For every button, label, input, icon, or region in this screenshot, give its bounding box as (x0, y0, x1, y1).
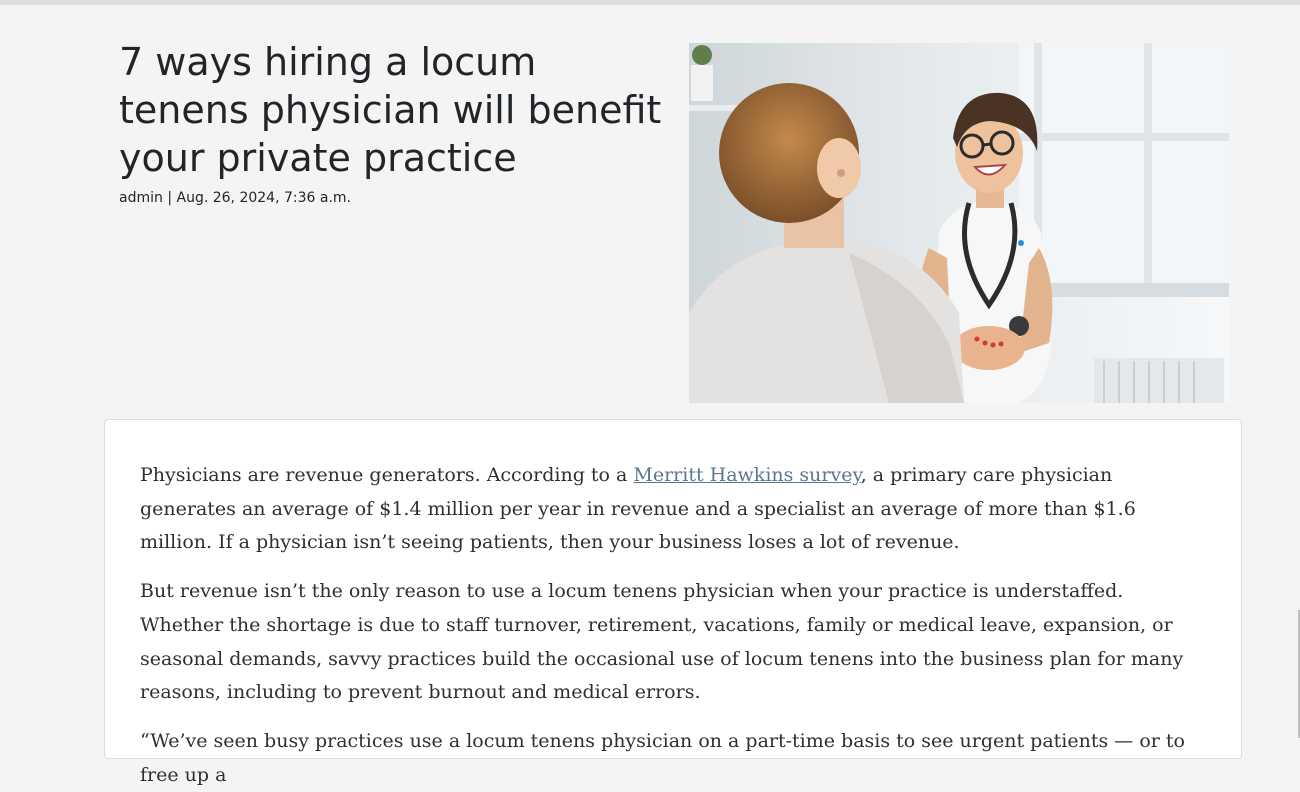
article-paragraph-2: But revenue isn’t the only reason to use… (140, 580, 1184, 704)
photo-doctor-and-patient-icon (689, 43, 1229, 403)
merritt-hawkins-survey-link[interactable]: Merritt Hawkins survey (633, 464, 860, 486)
post-author[interactable]: admin (119, 190, 163, 206)
post-meta: admin | Aug. 26, 2024, 7:36 a.m. (119, 190, 669, 206)
post-header: 7 ways hiring a locum tenens physician w… (119, 38, 669, 206)
meta-separator: | (162, 190, 177, 206)
post-title: 7 ways hiring a locum tenens physician w… (119, 40, 662, 180)
paragraph-1-text-start: Physicians are revenue generators. Accor… (140, 464, 634, 486)
post-date: Aug. 26, 2024, 7:36 a.m. (176, 190, 352, 206)
article-paragraph-3: “We’ve seen busy practices use a locum t… (140, 729, 1185, 786)
hero-image (689, 43, 1229, 403)
article-body: Physicians are revenue generators. Accor… (104, 419, 1242, 786)
top-border (0, 0, 1300, 5)
article-paragraph-1: Physicians are revenue generators. Accor… (140, 459, 1207, 560)
